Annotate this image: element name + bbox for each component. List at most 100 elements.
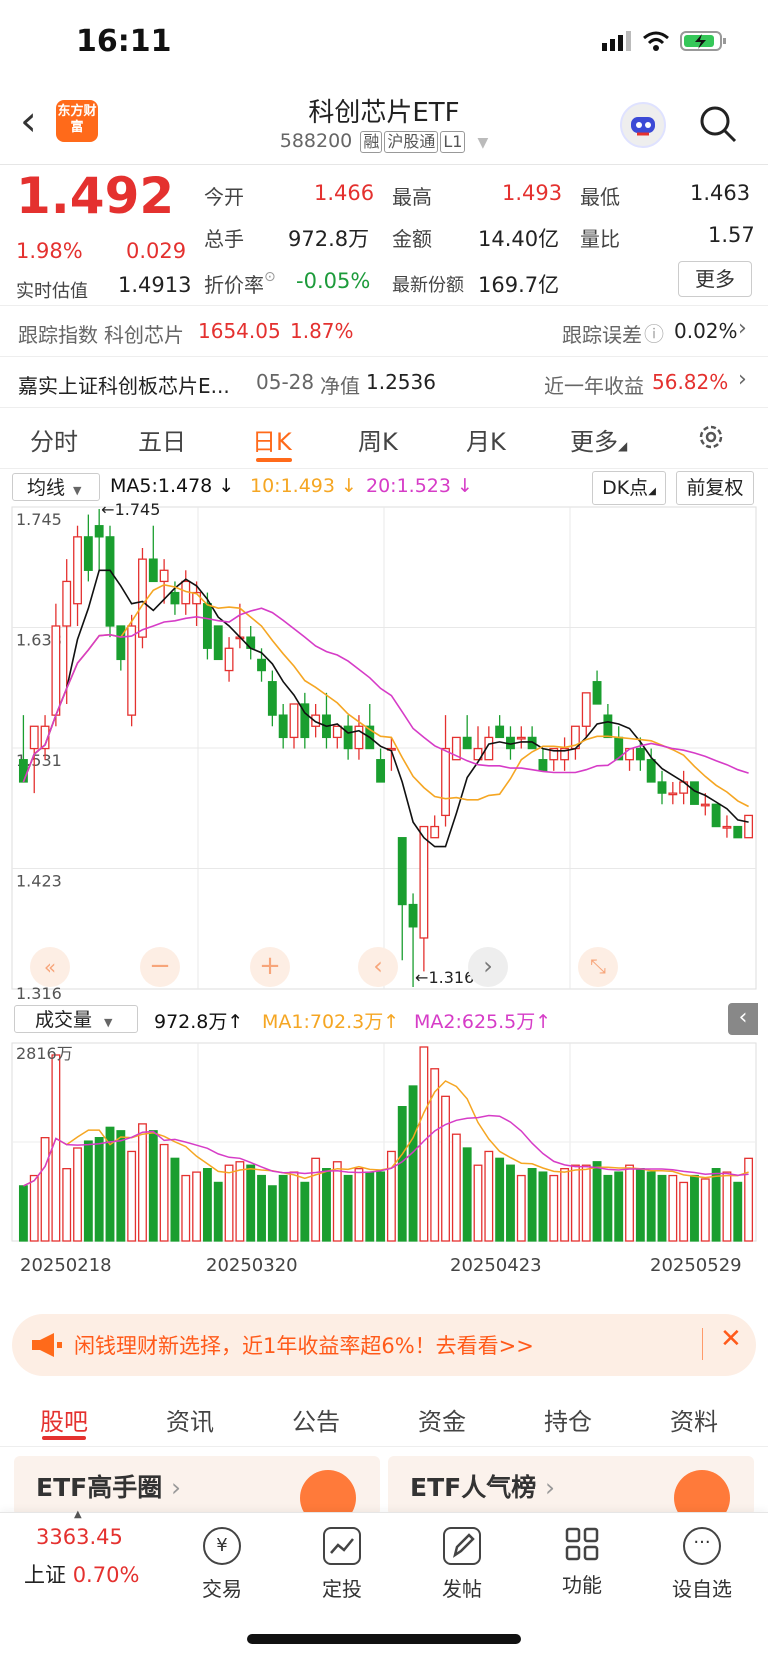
candle-body <box>441 747 450 817</box>
nav-trade[interactable]: ¥ 交易 <box>172 1527 272 1602</box>
volume-bar <box>181 1174 191 1242</box>
minus-icon: − <box>149 951 171 981</box>
tab-daily-k[interactable]: 日K <box>252 422 292 457</box>
candle-body <box>332 725 342 739</box>
volume-bar <box>246 1164 256 1242</box>
prev-button[interactable]: ‹ <box>358 947 398 987</box>
candle-body <box>603 714 613 739</box>
assistant-avatar[interactable] <box>620 102 666 148</box>
open-value: 1.466 <box>314 181 375 205</box>
volume-bar <box>451 1133 461 1242</box>
volume-bar <box>430 1068 440 1242</box>
nav-add-watchlist[interactable]: ··· 设自选 <box>652 1527 752 1602</box>
volume-bar <box>127 1150 137 1242</box>
nav-investment-plan[interactable]: 定投 <box>292 1527 392 1602</box>
tab-funds[interactable]: 资金 <box>418 1402 466 1437</box>
zoom-in-button[interactable]: + <box>250 947 290 987</box>
volume-bar <box>62 1168 72 1242</box>
fullscreen-button[interactable]: ⤡ <box>578 947 618 987</box>
candle-body <box>311 714 321 727</box>
candle-body <box>257 658 266 672</box>
high-value: 1.493 <box>502 181 563 205</box>
tracking-label: 跟踪指数 <box>18 323 98 347</box>
fund-row[interactable]: 嘉实上证科创板芯片E... 05-28 净值 1.2536 近一年收益 56.8… <box>0 357 768 408</box>
candle-body <box>397 837 407 906</box>
tab-more[interactable]: 更多◢ <box>570 422 627 457</box>
date-label: 20250423 <box>450 1255 542 1276</box>
kline-svg[interactable]: 1.7451.6381.5311.4231.316←1.745←1.316281… <box>0 469 768 1299</box>
kline-chart[interactable]: 1.745 1.638 1.531 1.423 1.316 ←1.745 ←1.316 281… <box>0 469 768 1299</box>
volume-bar <box>646 1171 656 1242</box>
caret-icon: ◢ <box>618 439 628 453</box>
volume-bar <box>635 1168 645 1242</box>
candle-body <box>690 781 699 805</box>
gear-icon <box>699 425 723 449</box>
date-label: 20250218 <box>20 1255 112 1276</box>
tab-announcements[interactable]: 公告 <box>292 1402 340 1437</box>
volume-bar <box>192 1171 202 1242</box>
y-tick-label: 1.316 <box>16 984 62 1003</box>
tracking-value: 1654.05 <box>198 319 281 343</box>
next-button[interactable]: › <box>468 947 508 987</box>
signal-icon <box>602 31 631 51</box>
content-tabs: 股吧 资讯 公告 资金 持仓 资料 <box>0 1390 768 1447</box>
candle-body <box>224 647 234 672</box>
tab-five-day[interactable]: 五日 <box>138 422 186 457</box>
candle-body <box>267 681 277 716</box>
candle-body <box>138 558 147 638</box>
candle-body <box>495 725 505 739</box>
volume-select[interactable]: 成交量 ▼ <box>14 1005 138 1033</box>
index-info[interactable]: 上证 0.70% <box>24 1559 139 1589</box>
tab-monthly-k[interactable]: 月K <box>466 422 506 457</box>
est-value: 1.4913 <box>118 273 192 297</box>
premium-label: 折价率⊙ <box>204 269 276 297</box>
volume-bar <box>376 1171 386 1242</box>
tag-connect: 沪股通 <box>384 131 439 153</box>
trade-icon: ¥ <box>203 1527 241 1565</box>
tab-weekly-k[interactable]: 周K <box>358 422 398 457</box>
more-button[interactable]: 更多 <box>678 261 752 297</box>
etf-ranking-card[interactable]: ETF人气榜 › <box>388 1456 754 1526</box>
close-button[interactable]: ✕ <box>720 1324 742 1354</box>
help-icon[interactable]: ⓘ <box>644 318 664 347</box>
ma-select[interactable]: 均线 ▼ <box>12 473 100 501</box>
search-button[interactable] <box>698 104 738 148</box>
promo-banner[interactable]: 闲钱理财新选择，近1年收益率超6%！去看看>> ✕ <box>12 1314 756 1376</box>
candle-body <box>116 625 126 661</box>
volume-bar <box>213 1181 223 1242</box>
tab-holdings[interactable]: 持仓 <box>544 1402 592 1437</box>
nav-functions[interactable]: 功能 <box>532 1527 632 1598</box>
candle-body <box>148 558 158 583</box>
volume-bar <box>18 1185 28 1242</box>
premium-value: -0.05% <box>296 269 371 293</box>
candle-body <box>657 781 667 794</box>
high-label: 最高 <box>392 185 432 209</box>
volume-bar <box>690 1174 699 1242</box>
index-value[interactable]: ▲ 3363.45 <box>36 1509 123 1549</box>
collapse-button[interactable]: ‹ <box>728 1003 758 1035</box>
tab-intraday[interactable]: 分时 <box>30 422 78 457</box>
adjust-button[interactable]: 前复权 <box>676 471 754 505</box>
volume-bar <box>73 1147 82 1242</box>
share-value: 169.7亿 <box>478 273 560 297</box>
settings-button[interactable] <box>696 422 726 456</box>
candle-body <box>744 814 754 839</box>
tracking-row[interactable]: 跟踪指数 科创芯片 1654.05 1.87% 跟踪误差 ⓘ 0.02% › <box>0 306 768 357</box>
volume-bar <box>354 1168 364 1242</box>
return-value: 56.82% <box>652 370 729 394</box>
volume-bar <box>441 1095 450 1242</box>
megaphone-icon <box>32 1333 62 1357</box>
volume-bar <box>116 1130 126 1242</box>
nav-post[interactable]: 发帖 <box>412 1527 512 1602</box>
rewind-button[interactable]: « <box>30 947 70 987</box>
tab-profile[interactable]: 资料 <box>670 1402 718 1437</box>
etf-experts-card[interactable]: ETF高手圈 › <box>14 1456 380 1526</box>
dk-point-button[interactable]: DK点◢ <box>592 471 666 505</box>
volume-bar <box>733 1181 743 1242</box>
volume-bar <box>592 1161 602 1242</box>
amount-label: 金额 <box>392 227 432 251</box>
zoom-out-button[interactable]: − <box>140 947 180 987</box>
tab-forum[interactable]: 股吧 <box>40 1402 88 1437</box>
tab-news[interactable]: 资讯 <box>166 1402 214 1437</box>
volume-bar <box>397 1106 407 1242</box>
